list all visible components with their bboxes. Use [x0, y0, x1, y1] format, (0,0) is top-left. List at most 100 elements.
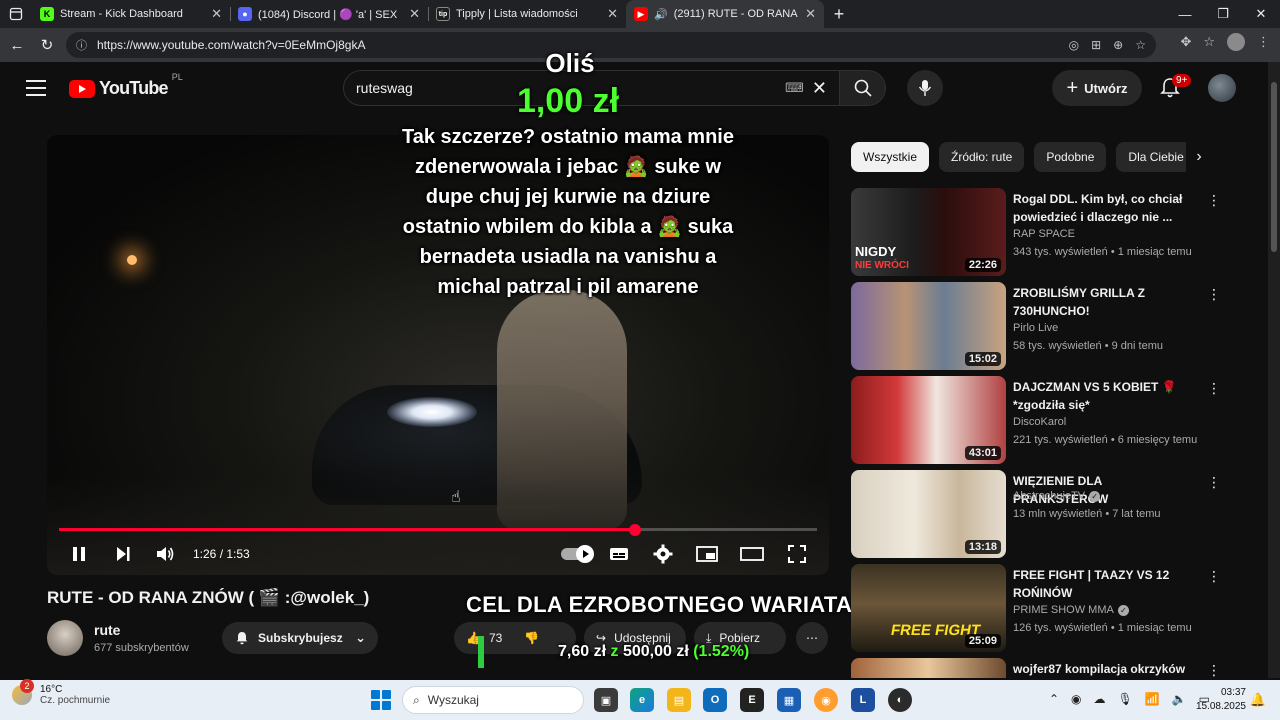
zoom-icon[interactable]: ⊕ — [1113, 38, 1123, 52]
menu-icon[interactable] — [26, 80, 46, 96]
more-vert-icon[interactable]: ⋮ — [1207, 286, 1221, 303]
video-thumbnail[interactable] — [851, 658, 1006, 678]
tab-title: Stream - Kick Dashboard — [60, 8, 183, 20]
volume-button[interactable] — [153, 539, 177, 569]
close-tab-icon[interactable]: ✕ — [805, 6, 816, 22]
video-thumbnail[interactable]: 13:18 — [851, 470, 1006, 558]
scrollbar-thumb[interactable] — [1271, 82, 1277, 252]
speaker-icon[interactable]: 🔊 — [654, 8, 668, 21]
channel-avatar[interactable] — [47, 620, 83, 656]
related-video-item[interactable]: NIGDY NIE WRÓCI 22:26 Rogal DDL. Kim był… — [851, 188, 1221, 282]
chip-related[interactable]: Podobne — [1034, 142, 1107, 172]
show-hidden-icons-icon[interactable]: ⌃ — [1049, 692, 1059, 706]
chip-for-you[interactable]: Dla Ciebie — [1116, 142, 1196, 172]
taskbar-search-input[interactable]: ⌕ Wyszukaj — [402, 686, 584, 714]
youtube-logo[interactable]: YouTube PL — [69, 72, 183, 99]
video-thumbnail[interactable]: FREE FIGHT 25:09 — [851, 564, 1006, 652]
notification-center-icon[interactable]: 🔔 — [1250, 692, 1266, 708]
more-vert-icon[interactable]: ⋮ — [1207, 380, 1221, 397]
page-scrollbar[interactable] — [1268, 62, 1280, 678]
wifi-icon[interactable]: 📶 — [1145, 692, 1160, 706]
close-tab-icon[interactable]: ✕ — [607, 6, 618, 22]
browser-menu-icon[interactable]: ⋮ — [1257, 34, 1270, 50]
related-video-item[interactable]: wojfer87 kompilacja okrzyków ⋮ — [851, 658, 1221, 678]
browser-tab-kick[interactable]: K Stream - Kick Dashboard ✕ — [32, 0, 230, 28]
favorites-icon[interactable]: ☆ — [1203, 34, 1215, 50]
tab-title: (1084) Discord | 🟣 'a' | SEX — [258, 8, 398, 21]
minimize-icon[interactable]: — — [1166, 0, 1204, 28]
dislike-icon[interactable]: 👎 — [524, 631, 539, 645]
edge-icon[interactable]: e — [630, 688, 654, 712]
next-button[interactable] — [111, 539, 135, 569]
related-video-item[interactable]: 13:18 WIĘZIENIE DLA PRANKSTERÓW Abstrach… — [851, 470, 1221, 564]
voice-search-button[interactable] — [907, 70, 943, 106]
fullscreen-button[interactable] — [785, 539, 809, 569]
search-button[interactable] — [840, 70, 886, 106]
maximize-icon[interactable]: ❐ — [1204, 0, 1242, 28]
close-window-icon[interactable]: ✕ — [1242, 0, 1280, 28]
video-title: RUTE - OD RANA ZNÓW ( 🎬 :@wolek_) — [47, 588, 370, 607]
taskbar-clock[interactable]: 03:37 15.08.2025 — [1196, 686, 1246, 714]
more-vert-icon[interactable]: ⋮ — [1207, 474, 1221, 491]
seek-bar-handle[interactable] — [629, 523, 642, 536]
back-icon[interactable]: ← — [2, 30, 32, 60]
related-video-item[interactable]: 15:02 ZROBILIŚMY GRILLA Z 730HUNCHO! Pir… — [851, 282, 1221, 376]
task-view-icon[interactable]: ▣ — [594, 688, 618, 712]
close-tab-icon[interactable]: ✕ — [409, 6, 420, 22]
outlook-icon[interactable]: O — [703, 688, 727, 712]
theater-mode-button[interactable] — [739, 539, 765, 569]
video-thumbnail[interactable]: 43:01 — [851, 376, 1006, 464]
more-vert-icon[interactable]: ⋮ — [1207, 568, 1221, 585]
more-vert-icon[interactable]: ⋮ — [1207, 192, 1221, 209]
seek-bar[interactable] — [59, 523, 817, 536]
bookmark-star-icon[interactable]: ☆ — [1135, 38, 1146, 52]
related-video-item[interactable]: FREE FIGHT 25:09 FREE FIGHT | TAAZY VS 1… — [851, 564, 1221, 658]
subscribed-button[interactable]: Subskrybujesz ⌄ — [222, 622, 378, 654]
tab-actions-button[interactable] — [0, 0, 32, 28]
app-l-icon[interactable]: L — [851, 688, 875, 712]
keyboard-icon[interactable]: ⌨ — [785, 80, 804, 96]
browser-tab-tipply[interactable]: tip Tipply | Lista wiadomości ✕ — [428, 0, 626, 28]
video-thumbnail[interactable]: 15:02 — [851, 282, 1006, 370]
related-video-item[interactable]: 43:01 DAJCZMAN VS 5 KOBIET 🌹 *zgodziła s… — [851, 376, 1221, 470]
browser-tab-discord[interactable]: ● (1084) Discord | 🟣 'a' | SEX ✕ — [230, 0, 428, 28]
more-actions-button[interactable]: ⋯ — [796, 622, 828, 654]
weather-widget[interactable]: 2 16°C Cz. pochmurnie — [12, 679, 110, 706]
windows-start-icon[interactable] — [371, 690, 391, 710]
store-icon[interactable]: ▦ — [777, 688, 801, 712]
account-avatar[interactable] — [1208, 74, 1236, 102]
browser-app-icon[interactable]: ◉ — [814, 688, 838, 712]
chevron-down-icon: ⌄ — [355, 630, 366, 645]
create-button[interactable]: + Utwórz — [1052, 70, 1142, 106]
browser-tab-youtube[interactable]: ▶ 🔊 (2911) RUTE - OD RANA ZNÓ ✕ — [626, 0, 824, 28]
app-dark-icon[interactable]: ◐ — [888, 688, 912, 712]
microphone-icon[interactable]: 🎙 — [1118, 692, 1133, 706]
pause-button[interactable] — [67, 539, 91, 569]
file-explorer-icon[interactable]: ▤ — [667, 688, 691, 712]
chip-all[interactable]: Wszystkie — [851, 142, 929, 172]
apps-icon[interactable]: ⊞ — [1091, 38, 1101, 52]
chip-from-channel[interactable]: Źródło: rute — [939, 142, 1025, 172]
more-vert-icon[interactable]: ⋮ — [1207, 662, 1221, 678]
autoplay-toggle[interactable] — [559, 539, 594, 569]
new-tab-button[interactable]: + — [824, 0, 854, 28]
onedrive-icon[interactable]: ☁ — [1094, 692, 1106, 706]
profile-avatar[interactable] — [1227, 33, 1245, 51]
tab-actions-icon — [9, 7, 23, 21]
extensions-icon[interactable]: ✥ — [1180, 34, 1191, 50]
miniplayer-button[interactable] — [695, 539, 719, 569]
video-thumbnail[interactable]: NIGDY NIE WRÓCI 22:26 — [851, 188, 1006, 276]
close-tab-icon[interactable]: ✕ — [211, 6, 222, 22]
subtitles-button[interactable] — [607, 539, 631, 569]
epic-games-icon[interactable]: E — [740, 688, 764, 712]
reload-icon[interactable]: ↻ — [32, 30, 62, 60]
site-info-icon[interactable]: ⓘ — [76, 37, 87, 53]
clear-search-icon[interactable]: ✕ — [812, 78, 827, 99]
tray-app-icon[interactable]: ◉ — [1071, 692, 1081, 706]
translate-icon[interactable]: ◎ — [1069, 38, 1079, 52]
chips-next-chevron-icon[interactable]: › — [1186, 142, 1212, 172]
channel-name[interactable]: rute — [94, 622, 120, 638]
goal-current: 7,60 zł — [558, 643, 607, 660]
settings-button[interactable] — [651, 539, 675, 569]
volume-icon[interactable]: 🔈 — [1172, 692, 1187, 706]
